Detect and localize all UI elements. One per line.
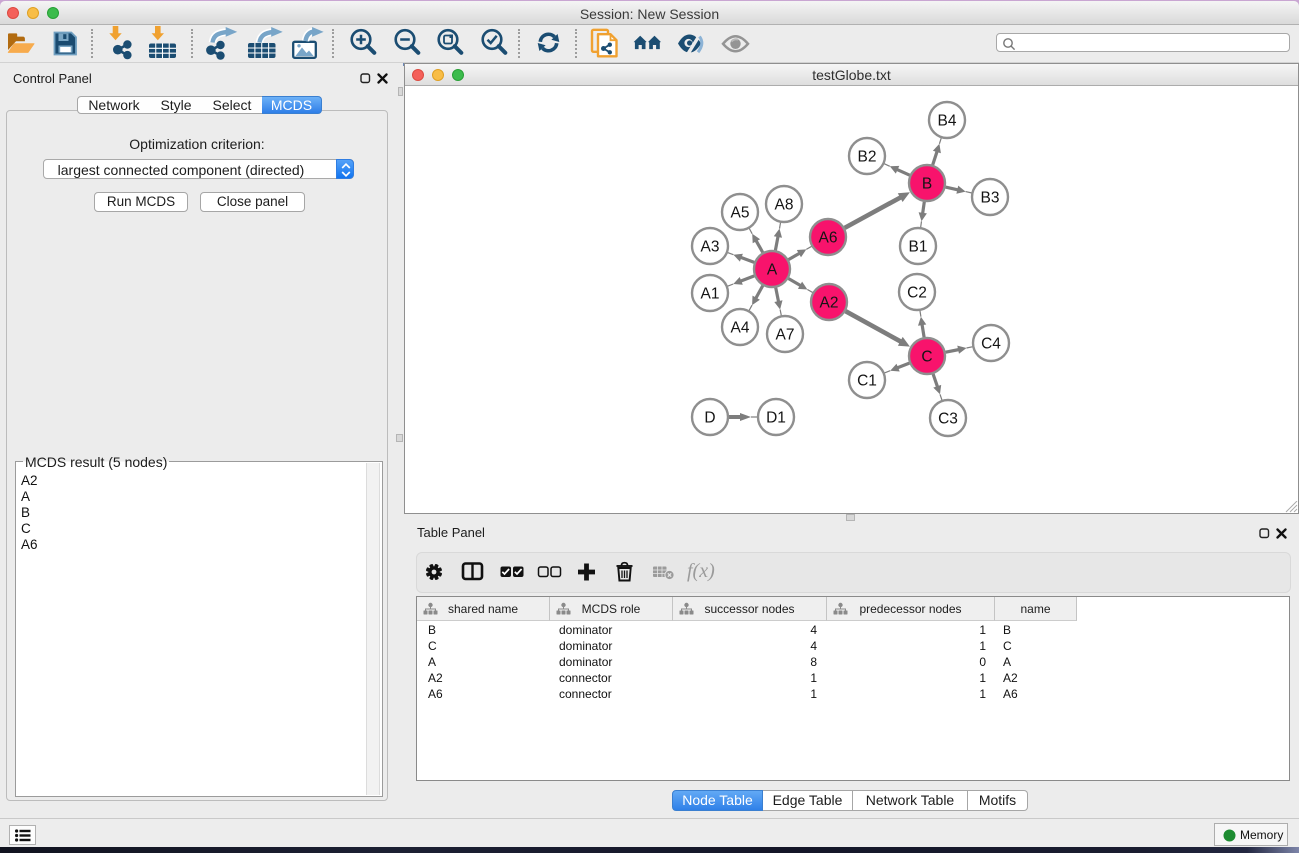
svg-text:A: A xyxy=(767,261,778,278)
svg-text:B3: B3 xyxy=(981,189,1000,206)
svg-text:B2: B2 xyxy=(858,148,877,165)
svg-text:B1: B1 xyxy=(909,238,928,255)
svg-text:A8: A8 xyxy=(775,196,794,213)
svg-text:C4: C4 xyxy=(981,335,1001,352)
svg-text:A4: A4 xyxy=(731,319,750,336)
svg-text:C1: C1 xyxy=(857,372,877,389)
svg-text:C3: C3 xyxy=(938,410,958,427)
svg-text:D1: D1 xyxy=(766,409,786,426)
svg-text:A1: A1 xyxy=(701,285,720,302)
svg-text:C2: C2 xyxy=(907,284,927,301)
svg-text:A7: A7 xyxy=(776,326,795,343)
svg-text:B4: B4 xyxy=(938,112,957,129)
svg-text:C: C xyxy=(921,348,932,365)
svg-text:D: D xyxy=(704,409,715,426)
svg-text:A3: A3 xyxy=(701,238,720,255)
svg-text:A5: A5 xyxy=(731,204,750,221)
svg-text:A6: A6 xyxy=(819,229,838,246)
svg-text:B: B xyxy=(922,175,932,192)
svg-text:A2: A2 xyxy=(820,294,839,311)
